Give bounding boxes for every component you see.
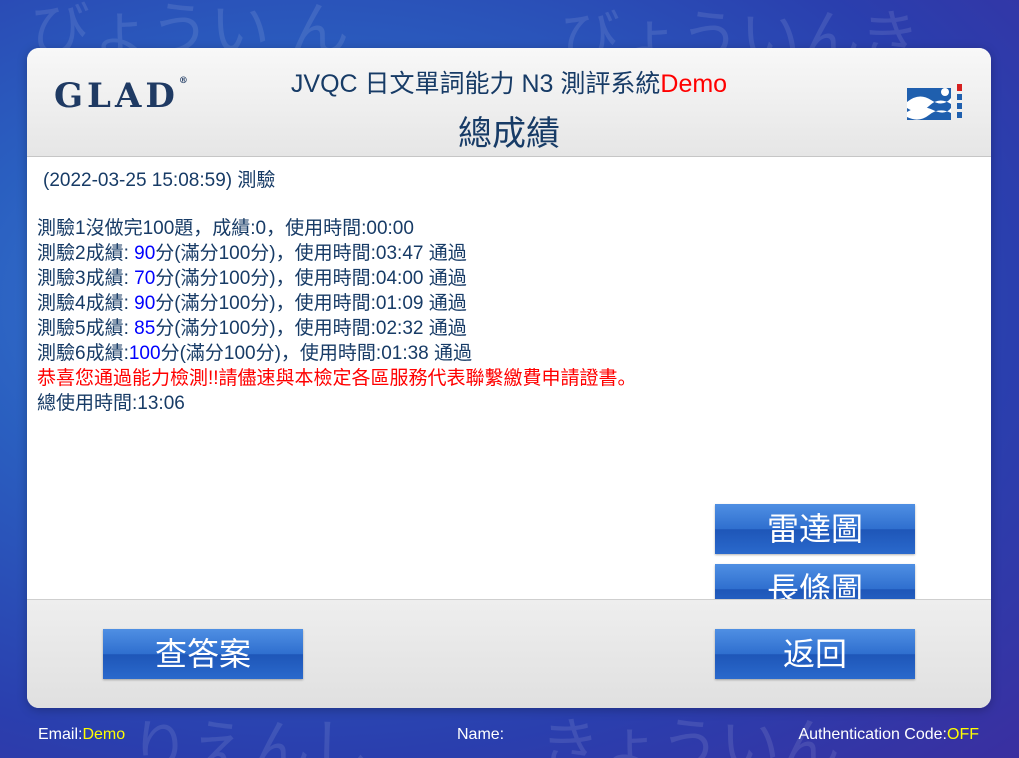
result-line: 測驗4成績: 90分(滿分100分)，使用時間:01:09 通過 [37, 293, 467, 314]
status-auth-code: Authentication Code:OFF [798, 726, 979, 743]
back-button[interactable]: 返回 [715, 629, 915, 679]
congrats-message: 恭喜您通過能力檢測!!請儘速與本檢定各區服務代表聯繫繳費申請證書。 [37, 368, 637, 389]
view-answers-button[interactable]: 查答案 [103, 629, 303, 679]
page-subtitle: 總成績 [458, 115, 560, 153]
radar-chart-button[interactable]: 雷達圖 [715, 504, 915, 554]
title-main: JVQC 日文單詞能力 N3 測評系統 [290, 70, 661, 98]
result-line: 測驗2成績: 90分(滿分100分)，使用時間:03:47 通過 [37, 243, 467, 264]
title-demo: Demo [660, 70, 728, 98]
score-value: 85 [134, 318, 156, 339]
score-value: 90 [134, 243, 156, 264]
main-panel: GLAD® JVQC 日文單詞能力 N3 測評系統Demo 總成績 (2022-… [27, 48, 991, 708]
results-list: 測驗1沒做完100題，成績:0，使用時間:00:00 測驗2成績: 90分(滿分… [37, 216, 637, 416]
status-bar: Email:Demo Name: Authentication Code:OFF [0, 718, 1019, 752]
result-line: 測驗6成績:100分(滿分100分)，使用時間:01:38 通過 [37, 343, 473, 364]
header: GLAD® JVQC 日文單詞能力 N3 測評系統Demo 總成績 [27, 48, 991, 157]
auth-code-value: OFF [947, 726, 979, 743]
total-time: 總使用時間:13:06 [37, 393, 185, 414]
test-datetime: (2022-03-25 15:08:59) 測驗 [43, 170, 276, 191]
result-line: 測驗1沒做完100題，成績:0，使用時間:00:00 [37, 218, 414, 239]
score-value: 70 [134, 268, 156, 289]
jvqc-logo-icon [907, 84, 962, 120]
email-value: Demo [82, 726, 126, 743]
score-value: 90 [134, 293, 156, 314]
result-line: 測驗5成績: 85分(滿分100分)，使用時間:02:32 通過 [37, 318, 467, 339]
button-area: 查答案 返回 [27, 599, 991, 708]
status-name: Name: [457, 726, 505, 743]
score-value: 100 [128, 343, 161, 364]
result-line: 測驗3成績: 70分(滿分100分)，使用時間:04:00 通過 [37, 268, 467, 289]
results-content: (2022-03-25 15:08:59) 測驗 測驗1沒做完100題，成績:0… [27, 157, 991, 614]
status-email: Email:Demo [38, 726, 126, 743]
page-title: JVQC 日文單詞能力 N3 測評系統Demo [27, 64, 991, 100]
